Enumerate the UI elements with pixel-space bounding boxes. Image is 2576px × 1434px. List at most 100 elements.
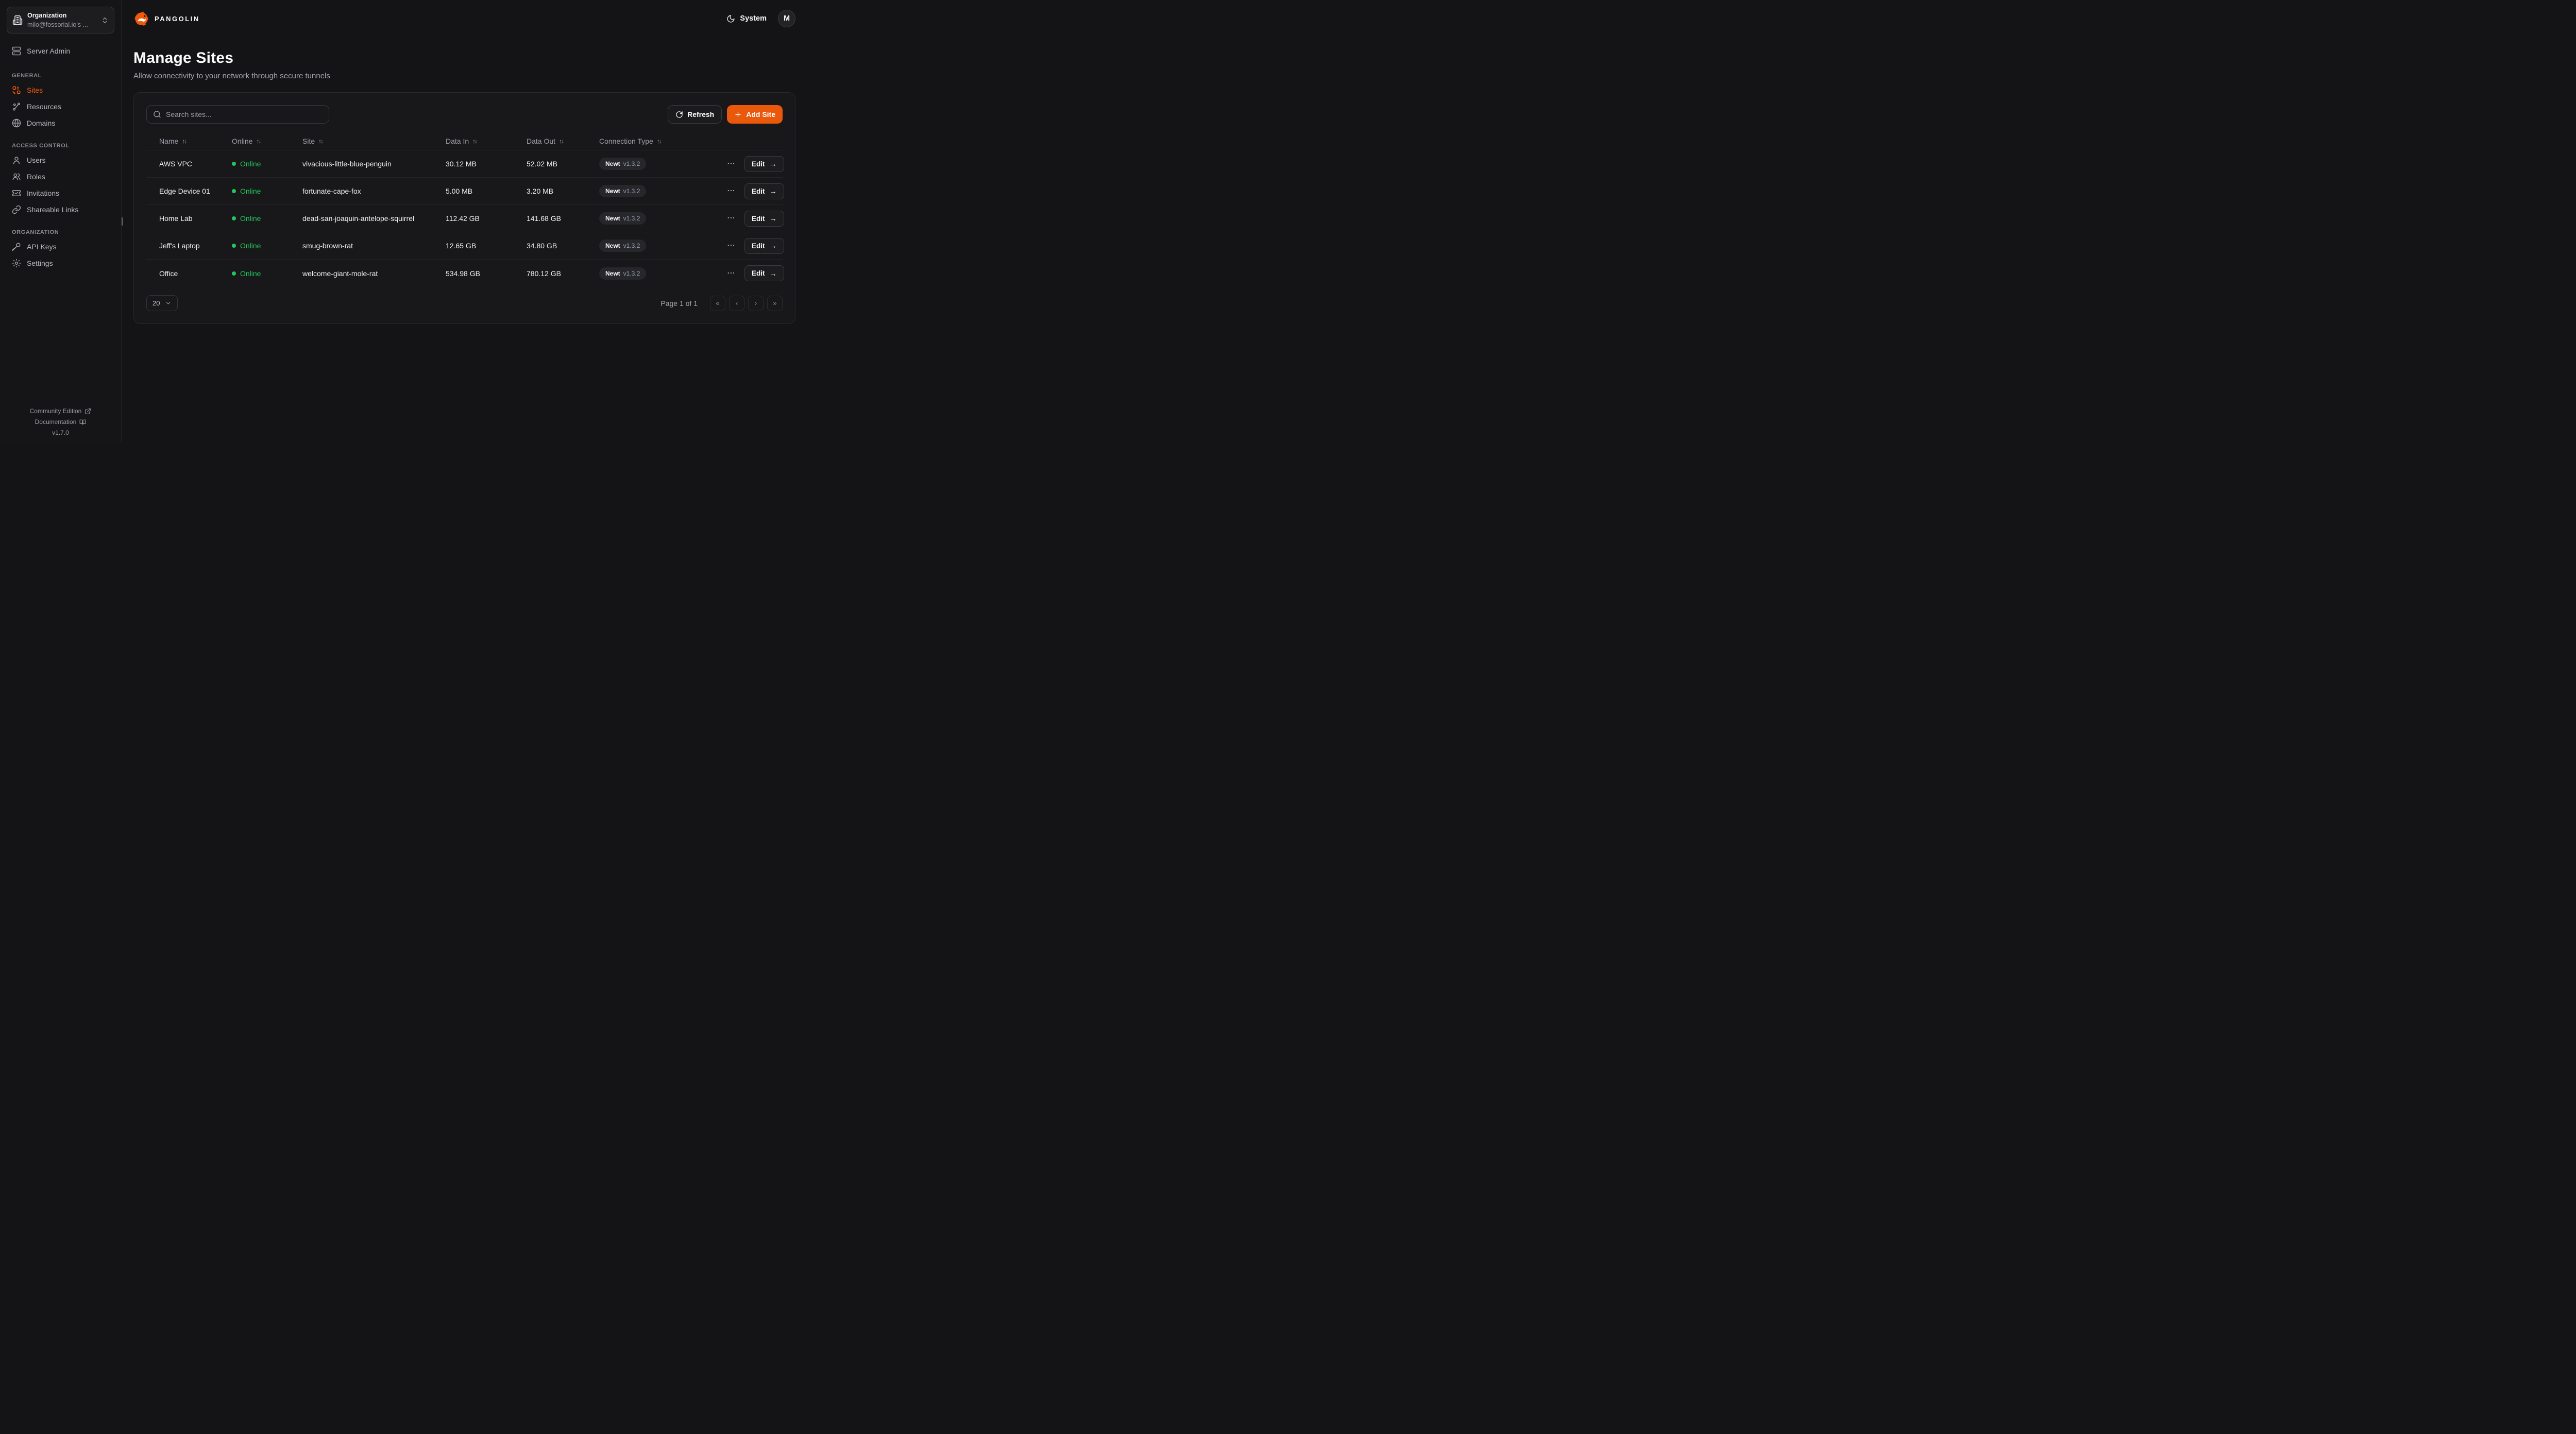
topbar: PANGOLIN System M bbox=[122, 0, 808, 37]
sidebar-item-label: Server Admin bbox=[27, 47, 70, 55]
edit-button[interactable]: Edit → bbox=[744, 183, 784, 199]
online-status-dot bbox=[232, 244, 236, 248]
sidebar-item-label: Settings bbox=[27, 259, 53, 267]
row-menu-button[interactable]: ⋯ bbox=[725, 267, 737, 280]
refresh-button[interactable]: Refresh bbox=[668, 105, 722, 124]
sidebar-item-shareable-links[interactable]: Shareable Links bbox=[7, 201, 114, 218]
site-id-cell: fortunate-cape-fox bbox=[294, 187, 437, 195]
site-id-cell: smug-brown-rat bbox=[294, 242, 437, 250]
column-header-name[interactable]: Name↑↓ bbox=[146, 137, 224, 145]
first-page-button[interactable]: « bbox=[710, 296, 725, 311]
sidebar-item-domains[interactable]: Domains bbox=[7, 115, 114, 131]
column-header-online[interactable]: Online↑↓ bbox=[224, 137, 294, 145]
data-in-cell: 112.42 GB bbox=[437, 214, 518, 223]
row-actions: ⋯ Edit → bbox=[717, 183, 785, 199]
theme-label: System bbox=[740, 14, 767, 23]
pagination-status: Page 1 of 1 bbox=[660, 299, 698, 308]
online-status-dot bbox=[232, 189, 236, 193]
table-header: Name↑↓ Online↑↓ Site↑↓ Data In↑↓ Data Ou… bbox=[146, 132, 783, 150]
table-body: AWS VPC Online vivacious-little-blue-pen… bbox=[146, 150, 783, 287]
pangolin-logo-icon bbox=[133, 11, 149, 27]
next-page-button[interactable]: › bbox=[748, 296, 764, 311]
tunnels-icon bbox=[12, 86, 21, 95]
site-id-cell: dead-san-joaquin-antelope-squirrel bbox=[294, 214, 437, 223]
row-actions: ⋯ Edit → bbox=[717, 265, 785, 281]
sidebar-item-label: Roles bbox=[27, 173, 45, 181]
sidebar-item-api-keys[interactable]: API Keys bbox=[7, 238, 114, 255]
connection-type-cell: Newt v1.3.2 bbox=[591, 212, 717, 225]
sidebar-item-roles[interactable]: Roles bbox=[7, 168, 114, 185]
column-header-site[interactable]: Site↑↓ bbox=[294, 137, 437, 145]
connection-type-cell: Newt v1.3.2 bbox=[591, 185, 717, 197]
sidebar-item-server-admin[interactable]: Server Admin bbox=[7, 43, 114, 59]
arrow-right-icon: → bbox=[770, 269, 777, 278]
theme-toggle[interactable]: System bbox=[726, 14, 767, 23]
sort-icon: ↑↓ bbox=[559, 138, 563, 145]
sidebar-item-users[interactable]: Users bbox=[7, 152, 114, 168]
row-actions: ⋯ Edit → bbox=[717, 156, 785, 172]
key-icon bbox=[12, 242, 21, 251]
sidebar-nav: Server Admin GENERAL Sites Resources Do bbox=[7, 43, 114, 271]
column-header-data-in[interactable]: Data In↑↓ bbox=[437, 137, 518, 145]
connection-type-badge: Newt v1.3.2 bbox=[599, 185, 646, 197]
row-actions: ⋯ Edit → bbox=[717, 238, 785, 254]
edit-button[interactable]: Edit → bbox=[744, 265, 784, 281]
ticket-check-icon bbox=[12, 189, 21, 198]
section-heading-general: GENERAL bbox=[12, 73, 109, 79]
online-status-dot bbox=[232, 216, 236, 220]
add-site-button[interactable]: Add Site bbox=[727, 105, 783, 124]
online-status-cell: Online bbox=[224, 242, 294, 250]
site-name-cell: Office bbox=[146, 269, 224, 278]
row-menu-button[interactable]: ⋯ bbox=[725, 240, 737, 252]
sidebar-item-settings[interactable]: Settings bbox=[7, 255, 114, 271]
search-box bbox=[146, 105, 329, 124]
refresh-icon bbox=[675, 111, 683, 118]
edit-button[interactable]: Edit → bbox=[744, 156, 784, 172]
last-page-button[interactable]: » bbox=[767, 296, 783, 311]
book-open-icon bbox=[79, 419, 86, 425]
sites-table: Name↑↓ Online↑↓ Site↑↓ Data In↑↓ Data Ou… bbox=[146, 132, 783, 287]
documentation-link[interactable]: Documentation bbox=[35, 418, 87, 425]
sidebar-item-label: Users bbox=[27, 156, 46, 164]
chevrons-up-down-icon bbox=[101, 16, 109, 24]
connection-type-cell: Newt v1.3.2 bbox=[591, 158, 717, 170]
plus-icon bbox=[734, 111, 742, 118]
arrow-right-icon: → bbox=[770, 214, 777, 223]
site-id-cell: welcome-giant-mole-rat bbox=[294, 269, 437, 278]
online-status-dot bbox=[232, 271, 236, 276]
arrow-right-icon: → bbox=[770, 187, 777, 195]
server-icon bbox=[12, 46, 21, 56]
building-icon bbox=[12, 15, 23, 25]
sort-icon: ↑↓ bbox=[657, 138, 661, 145]
sidebar-item-invitations[interactable]: Invitations bbox=[7, 185, 114, 201]
column-header-connection-type[interactable]: Connection Type↑↓ bbox=[591, 137, 717, 145]
edit-button[interactable]: Edit → bbox=[744, 238, 784, 254]
organization-selector[interactable]: Organization milo@fossorial.io's ... bbox=[7, 7, 114, 33]
connection-type-cell: Newt v1.3.2 bbox=[591, 240, 717, 252]
page-size-select[interactable]: 20 bbox=[146, 295, 178, 311]
pangolin-logo[interactable]: PANGOLIN bbox=[133, 11, 200, 27]
site-name-cell: Jeff's Laptop bbox=[146, 242, 224, 250]
page-content: Manage Sites Allow connectivity to your … bbox=[122, 37, 808, 324]
previous-page-button[interactable]: ‹ bbox=[729, 296, 744, 311]
connection-type-badge: Newt v1.3.2 bbox=[599, 267, 646, 280]
data-out-cell: 52.02 MB bbox=[518, 160, 591, 168]
online-status-cell: Online bbox=[224, 214, 294, 223]
sidebar-resize-handle[interactable] bbox=[122, 217, 123, 226]
row-menu-button[interactable]: ⋯ bbox=[725, 185, 737, 197]
sidebar-item-sites[interactable]: Sites bbox=[7, 82, 114, 98]
sidebar-item-resources[interactable]: Resources bbox=[7, 98, 114, 115]
column-header-data-out[interactable]: Data Out↑↓ bbox=[518, 137, 591, 145]
connection-type-badge: Newt v1.3.2 bbox=[599, 240, 646, 252]
sites-card: Refresh Add Site Name↑↓ Online↑↓ bbox=[133, 92, 795, 324]
edit-button[interactable]: Edit → bbox=[744, 211, 784, 227]
sort-icon: ↑↓ bbox=[182, 138, 186, 145]
arrow-right-icon: → bbox=[770, 242, 777, 250]
row-menu-button[interactable]: ⋯ bbox=[725, 158, 737, 170]
community-edition-link[interactable]: Community Edition bbox=[30, 407, 92, 415]
row-menu-button[interactable]: ⋯ bbox=[725, 212, 737, 225]
search-input[interactable] bbox=[166, 110, 323, 118]
user-avatar[interactable]: M bbox=[778, 10, 795, 27]
data-in-cell: 12.65 GB bbox=[437, 242, 518, 250]
sidebar: Organization milo@fossorial.io's ... Ser… bbox=[0, 0, 122, 443]
